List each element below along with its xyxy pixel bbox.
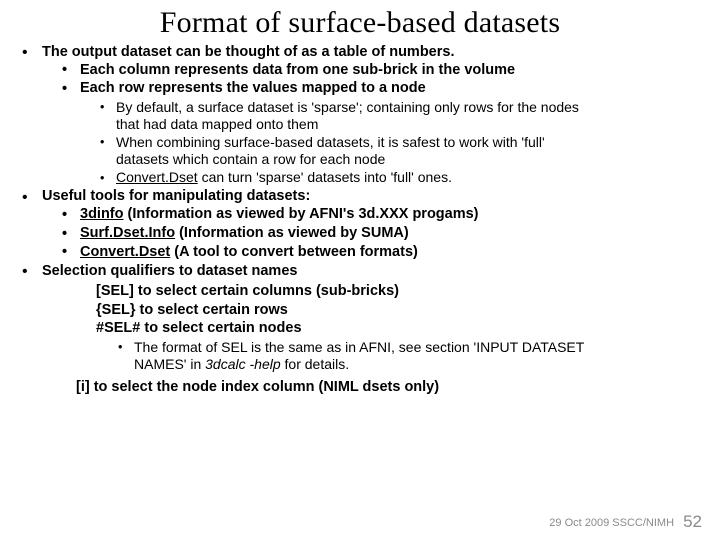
text: that had data mapped onto them bbox=[116, 116, 318, 132]
text: NAMES' in bbox=[134, 356, 205, 372]
selection-qualifier-list: [SEL] to select certain columns (sub-bri… bbox=[96, 283, 702, 338]
text: progams) bbox=[408, 206, 478, 222]
text: to select certain rows bbox=[136, 302, 288, 318]
text: to select certain columns (sub-bricks) bbox=[134, 283, 399, 299]
link-3dinfo: 3dinfo bbox=[80, 206, 124, 222]
slide: Format of surface-based datasets The out… bbox=[0, 0, 720, 540]
text: 3d.XXX bbox=[358, 206, 408, 222]
text: {SEL} bbox=[96, 302, 136, 318]
text: [i] bbox=[76, 379, 90, 395]
text: #SEL# bbox=[96, 320, 140, 336]
text: Useful tools for manipulating datasets: bbox=[42, 188, 310, 204]
bullet-convertdset-tool: Convert.Dset (A tool to convert between … bbox=[62, 244, 702, 262]
text: can turn 'sparse' datasets into 'full' o… bbox=[198, 169, 452, 185]
bullet-selection-qualifiers: Selection qualifiers to dataset names bbox=[22, 263, 702, 281]
bullet-surfdsetinfo: Surf.Dset.Info (Information as viewed by… bbox=[62, 225, 702, 243]
text: (Information as viewed by SUMA) bbox=[175, 225, 409, 241]
text: to select certain nodes bbox=[140, 320, 301, 336]
bullet-output-table: The output dataset can be thought of as … bbox=[22, 44, 702, 186]
bullet-convert-dset-full: Convert.Dset can turn 'sparse' datasets … bbox=[100, 169, 702, 186]
bullet-useful-tools: Useful tools for manipulating datasets: … bbox=[22, 188, 702, 261]
slide-body: The output dataset can be thought of as … bbox=[18, 44, 702, 397]
link-convert-dset: Convert.Dset bbox=[116, 169, 198, 185]
link-convertdset: Convert.Dset bbox=[80, 244, 170, 260]
sel-rows: {SEL} to select certain rows bbox=[96, 302, 702, 320]
text: for details. bbox=[281, 356, 349, 372]
slide-footer: 29 Oct 2009 SSCC/NIMH 52 bbox=[549, 512, 702, 532]
text: (Information as viewed by AFNI's bbox=[124, 206, 359, 222]
bullet-sparse-default: By default, a surface dataset is 'sparse… bbox=[100, 99, 702, 133]
bullet-column-subbrick: Each column represents data from one sub… bbox=[62, 62, 702, 80]
text-3dcalc-help: 3dcalc -help bbox=[205, 356, 281, 372]
text: When combining surface-based datasets, i… bbox=[116, 134, 545, 150]
slide-title: Format of surface-based datasets bbox=[18, 6, 702, 40]
text: [SEL] bbox=[96, 283, 134, 299]
bullet-combine-full: When combining surface-based datasets, i… bbox=[100, 134, 702, 168]
text: datasets which contain a row for each no… bbox=[116, 151, 385, 167]
bullet-sel-format-note: The format of SEL is the same as in AFNI… bbox=[118, 339, 702, 373]
text: Selection qualifiers to dataset names bbox=[42, 263, 297, 279]
text: (A tool to convert between formats) bbox=[170, 244, 418, 260]
text: The output dataset can be thought of as … bbox=[42, 44, 454, 60]
spacer: The format of SEL is the same as in AFNI… bbox=[22, 339, 702, 373]
link-surfdsetinfo: Surf.Dset.Info bbox=[80, 225, 175, 241]
text: By default, a surface dataset is 'sparse… bbox=[116, 99, 579, 115]
footer-text: 29 Oct 2009 SSCC/NIMH bbox=[549, 517, 674, 529]
sel-columns: [SEL] to select certain columns (sub-bri… bbox=[96, 283, 702, 301]
text: to select the node index column (NIML ds… bbox=[90, 379, 439, 395]
page-number: 52 bbox=[683, 512, 702, 531]
text: The format of SEL is the same as in AFNI… bbox=[134, 339, 584, 355]
bullet-row-node: Each row represents the values mapped to… bbox=[62, 80, 702, 98]
bullet-3dinfo: 3dinfo (Information as viewed by AFNI's … bbox=[62, 206, 702, 224]
sel-node-index: [i] to select the node index column (NIM… bbox=[76, 379, 702, 397]
sel-nodes: #SEL# to select certain nodes bbox=[96, 320, 702, 338]
